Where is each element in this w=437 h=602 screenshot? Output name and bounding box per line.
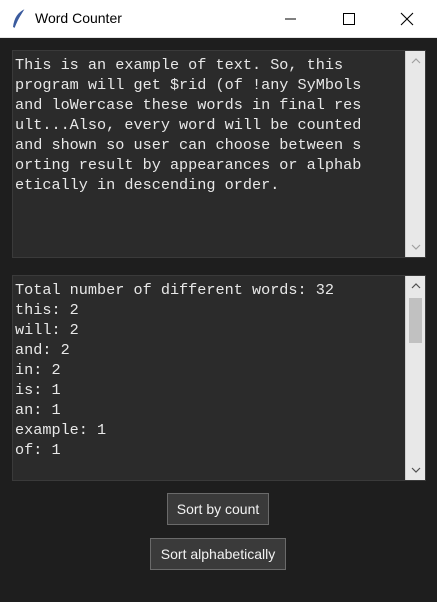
chevron-down-icon xyxy=(411,244,421,250)
input-text-line: and loWercase these words in final res xyxy=(15,96,362,114)
title-bar[interactable]: Word Counter xyxy=(0,0,437,38)
chevron-up-icon xyxy=(411,58,421,64)
output-scrollbar[interactable] xyxy=(405,276,425,480)
word-count-line: example: 1 xyxy=(15,421,107,439)
word-count-line: this: 2 xyxy=(15,301,79,319)
output-textarea[interactable]: Total number of different words: 32 this… xyxy=(15,278,403,478)
word-count-line: in: 2 xyxy=(15,361,61,379)
close-button[interactable] xyxy=(384,0,430,38)
input-text-line: This is an example of text. So, this xyxy=(15,56,344,74)
minimize-button[interactable] xyxy=(268,0,314,38)
chevron-down-icon xyxy=(411,467,421,473)
input-text-line: program will get $rid (of !any SyMbols xyxy=(15,76,362,94)
sort-by-count-button[interactable]: Sort by count xyxy=(167,493,269,525)
input-text-line: and shown so user can choose between s xyxy=(15,136,362,154)
summary-line: Total number of different words: 32 xyxy=(15,281,334,299)
input-text-line: ult...Also, every word will be counted xyxy=(15,116,362,134)
scroll-up-arrow[interactable] xyxy=(406,278,426,294)
scroll-down-arrow[interactable] xyxy=(406,462,426,478)
input-textarea[interactable]: This is an example of text. So, this prog… xyxy=(15,53,403,255)
chevron-up-icon xyxy=(411,283,421,289)
word-count-line: of: 1 xyxy=(15,441,61,459)
input-scrollbar[interactable] xyxy=(405,51,425,257)
input-text-panel[interactable]: This is an example of text. So, this prog… xyxy=(12,50,426,258)
sort-alphabetically-button[interactable]: Sort alphabetically xyxy=(150,538,286,570)
scroll-thumb[interactable] xyxy=(409,298,422,343)
maximize-icon xyxy=(343,13,355,25)
word-list: this: 2 will: 2 and: 2 in: 2 is: 1 an: 1 examp… xyxy=(15,300,403,460)
word-count-line: is: 1 xyxy=(15,381,61,399)
scroll-up-arrow[interactable] xyxy=(406,53,426,69)
feather-icon xyxy=(13,8,26,29)
maximize-button[interactable] xyxy=(326,0,372,38)
word-count-line: will: 2 xyxy=(15,321,79,339)
input-text-line: etically in descending order. xyxy=(15,176,280,194)
word-count-line: and: 2 xyxy=(15,341,70,359)
scroll-down-arrow[interactable] xyxy=(406,239,426,255)
input-text-line: orting result by appearances or alphab xyxy=(15,156,362,174)
close-icon xyxy=(400,12,414,26)
window-title: Word Counter xyxy=(35,10,122,26)
minimize-icon xyxy=(285,18,296,20)
word-count-line: an: 1 xyxy=(15,401,61,419)
output-text-panel[interactable]: Total number of different words: 32 this… xyxy=(12,275,426,481)
